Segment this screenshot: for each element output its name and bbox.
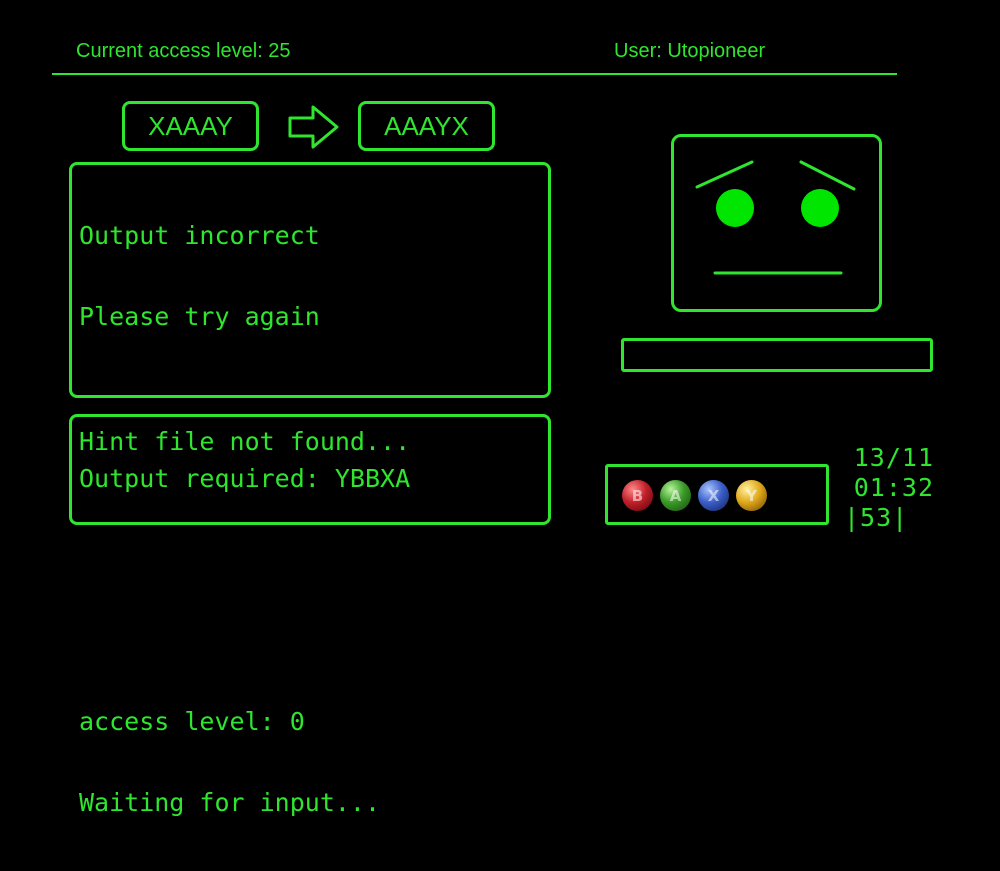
right-eyebrow: [799, 160, 856, 191]
terminal-line: access level: 0: [79, 707, 305, 736]
user-label: User: Utopioneer: [614, 40, 766, 62]
hint-panel: Hint file not found...: [69, 414, 551, 525]
b-button-icon[interactable]: B: [622, 480, 653, 511]
output-sequence-tile: AAAYX: [358, 101, 495, 151]
buttons-panel: B A X Y: [605, 464, 829, 525]
header-divider: [52, 73, 897, 75]
terminal-line: Please try again: [79, 302, 320, 331]
terminal-line: Output incorrect: [79, 221, 320, 250]
clock-display: 13/11 01:32 |53|: [838, 443, 934, 533]
input-bar[interactable]: [621, 338, 933, 372]
right-arrow-icon: [287, 104, 341, 150]
access-level-label: Current access level: 25: [76, 40, 291, 62]
terminal-panel: Output incorrect Please try again Output…: [69, 162, 551, 816]
a-button-icon[interactable]: A: [660, 480, 691, 511]
left-eye: [716, 189, 754, 227]
hint-text: Hint file not found...: [79, 427, 411, 456]
right-eye: [801, 189, 839, 227]
x-button-icon[interactable]: X: [698, 480, 729, 511]
y-button-icon[interactable]: Y: [736, 480, 767, 511]
clock-counter: |53|: [844, 503, 909, 532]
clock-date: 13/11: [853, 443, 934, 472]
clock-time: 01:32: [853, 473, 934, 502]
input-sequence-tile: XAAAY: [122, 101, 259, 151]
left-eyebrow: [695, 160, 754, 189]
terminal-line: Waiting for input...: [79, 788, 381, 817]
robot-face: [671, 134, 882, 312]
